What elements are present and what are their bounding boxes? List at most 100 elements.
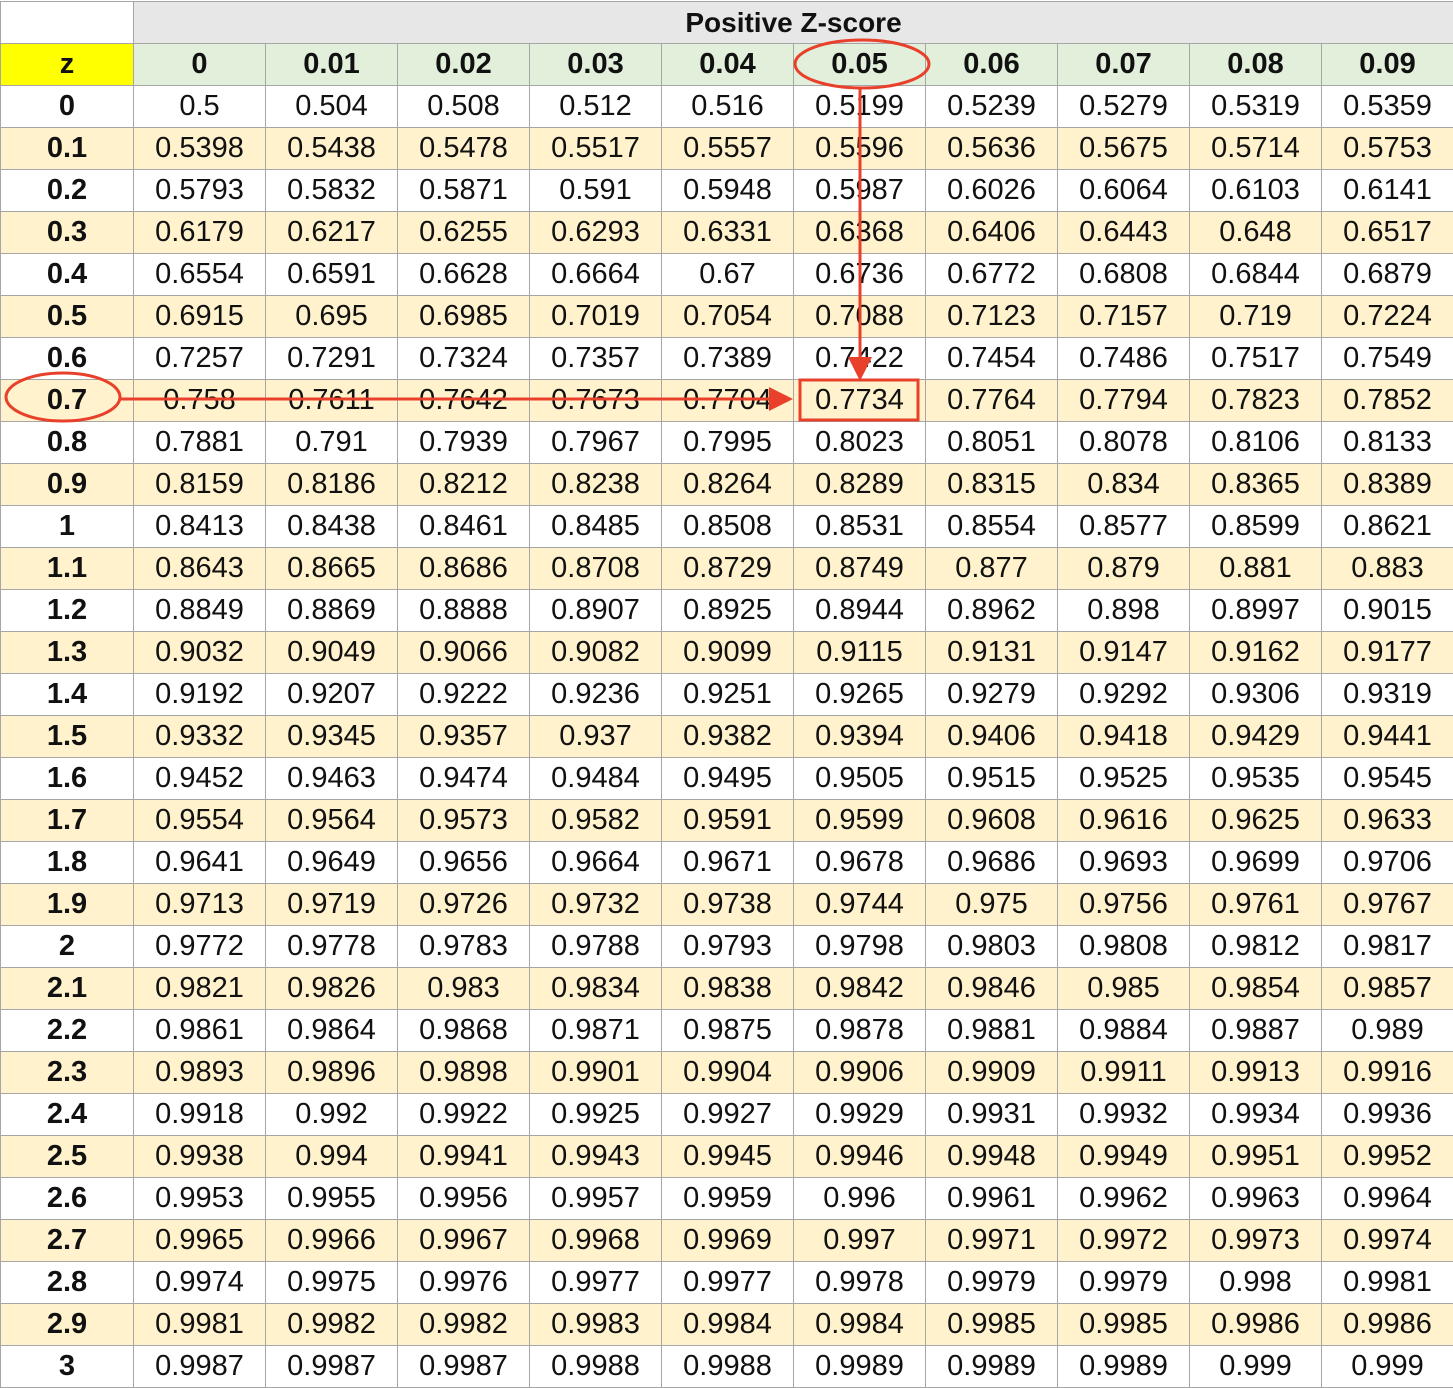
table-cell: 0.6844 xyxy=(1189,253,1322,296)
table-cell: 0.9966 xyxy=(265,1219,398,1262)
row-header: 0.3 xyxy=(0,211,134,254)
table-cell: 0.8869 xyxy=(265,589,398,632)
table-cell: 0.9131 xyxy=(925,631,1058,674)
column-header: 0.02 xyxy=(397,43,530,86)
table-cell: 0.9854 xyxy=(1189,967,1322,1010)
table-cell: 0.8888 xyxy=(397,589,530,632)
table-cell: 0.9162 xyxy=(1189,631,1322,674)
table-cell: 0.998 xyxy=(1189,1261,1322,1304)
table-cell: 0.9989 xyxy=(925,1345,1058,1388)
table-cell: 0.6736 xyxy=(793,253,926,296)
table-cell: 0.7734 xyxy=(793,379,926,422)
row-header: 0.7 xyxy=(0,379,134,422)
row-header: 2.3 xyxy=(0,1051,134,1094)
table-cell: 0.9332 xyxy=(133,715,266,758)
row-header: 1.2 xyxy=(0,589,134,632)
table-cell: 0.9887 xyxy=(1189,1009,1322,1052)
table-cell: 0.8907 xyxy=(529,589,662,632)
table-cell: 0.9955 xyxy=(265,1177,398,1220)
column-header: 0.05 xyxy=(793,43,926,86)
table-cell: 0.6255 xyxy=(397,211,530,254)
table-cell: 0.9964 xyxy=(1321,1177,1453,1220)
table-cell: 0.9671 xyxy=(661,841,794,884)
table-cell: 0.7611 xyxy=(265,379,398,422)
table-title: Positive Z-score xyxy=(133,1,1453,44)
table-cell: 0.9812 xyxy=(1189,925,1322,968)
table-cell: 0.5398 xyxy=(133,127,266,170)
table-cell: 0.9989 xyxy=(1057,1345,1190,1388)
table-cell: 0.8159 xyxy=(133,463,266,506)
table-cell: 0.9971 xyxy=(925,1219,1058,1262)
table-cell: 0.9515 xyxy=(925,757,1058,800)
table-cell: 0.9821 xyxy=(133,967,266,1010)
table-cell: 0.9357 xyxy=(397,715,530,758)
table-cell: 0.791 xyxy=(265,421,398,464)
table-cell: 0.5948 xyxy=(661,169,794,212)
table-cell: 0.5239 xyxy=(925,85,1058,128)
table-cell: 0.9878 xyxy=(793,1009,926,1052)
table-cell: 0.9893 xyxy=(133,1051,266,1094)
table-cell: 0.719 xyxy=(1189,295,1322,338)
table-cell: 0.9881 xyxy=(925,1009,1058,1052)
table-cell: 0.9608 xyxy=(925,799,1058,842)
table-cell: 0.9545 xyxy=(1321,757,1453,800)
table-cell: 0.8708 xyxy=(529,547,662,590)
table-cell: 0.9931 xyxy=(925,1093,1058,1136)
table-cell: 0.9625 xyxy=(1189,799,1322,842)
table-cell: 0.9251 xyxy=(661,673,794,716)
table-cell: 0.9394 xyxy=(793,715,926,758)
table-cell: 0.999 xyxy=(1189,1345,1322,1388)
table-cell: 0.9772 xyxy=(133,925,266,968)
table-cell: 0.7157 xyxy=(1057,295,1190,338)
table-cell: 0.508 xyxy=(397,85,530,128)
table-cell: 0.9418 xyxy=(1057,715,1190,758)
table-cell: 0.9222 xyxy=(397,673,530,716)
table-cell: 0.9925 xyxy=(529,1093,662,1136)
table-cell: 0.9974 xyxy=(1321,1219,1453,1262)
table-cell: 0.8289 xyxy=(793,463,926,506)
table-cell: 0.8729 xyxy=(661,547,794,590)
table-cell: 0.9207 xyxy=(265,673,398,716)
table-cell: 0.9911 xyxy=(1057,1051,1190,1094)
table-cell: 0.5793 xyxy=(133,169,266,212)
table-cell: 0.9382 xyxy=(661,715,794,758)
table-cell: 0.9808 xyxy=(1057,925,1190,968)
table-cell: 0.5279 xyxy=(1057,85,1190,128)
row-header: 3 xyxy=(0,1345,134,1388)
table-cell: 0.9441 xyxy=(1321,715,1453,758)
table-cell: 0.9985 xyxy=(1057,1303,1190,1346)
table-cell: 0.7123 xyxy=(925,295,1058,338)
table-cell: 0.9319 xyxy=(1321,673,1453,716)
row-header: 0.2 xyxy=(0,169,134,212)
table-cell: 0.6443 xyxy=(1057,211,1190,254)
table-cell: 0.9599 xyxy=(793,799,926,842)
table-cell: 0.9099 xyxy=(661,631,794,674)
table-cell: 0.9147 xyxy=(1057,631,1190,674)
table-cell: 0.9726 xyxy=(397,883,530,926)
row-header: 1.5 xyxy=(0,715,134,758)
table-cell: 0.8051 xyxy=(925,421,1058,464)
table-cell: 0.879 xyxy=(1057,547,1190,590)
row-header: 2.2 xyxy=(0,1009,134,1052)
table-cell: 0.9857 xyxy=(1321,967,1453,1010)
table-cell: 0.7257 xyxy=(133,337,266,380)
table-cell: 0.996 xyxy=(793,1177,926,1220)
table-cell: 0.9972 xyxy=(1057,1219,1190,1262)
table-cell: 0.9988 xyxy=(529,1345,662,1388)
table-cell: 0.983 xyxy=(397,967,530,1010)
table-cell: 0.877 xyxy=(925,547,1058,590)
table-cell: 0.7324 xyxy=(397,337,530,380)
row-header: 2.5 xyxy=(0,1135,134,1178)
table-cell: 0.7454 xyxy=(925,337,1058,380)
table-cell: 0.6026 xyxy=(925,169,1058,212)
table-cell: 0.9826 xyxy=(265,967,398,1010)
table-cell: 0.7088 xyxy=(793,295,926,338)
table-cell: 0.9756 xyxy=(1057,883,1190,926)
table-cell: 0.9967 xyxy=(397,1219,530,1262)
table-cell: 0.7019 xyxy=(529,295,662,338)
table-cell: 0.8186 xyxy=(265,463,398,506)
table-cell: 0.6554 xyxy=(133,253,266,296)
table-cell: 0.9936 xyxy=(1321,1093,1453,1136)
row-header: 0.1 xyxy=(0,127,134,170)
table-cell: 0.5636 xyxy=(925,127,1058,170)
